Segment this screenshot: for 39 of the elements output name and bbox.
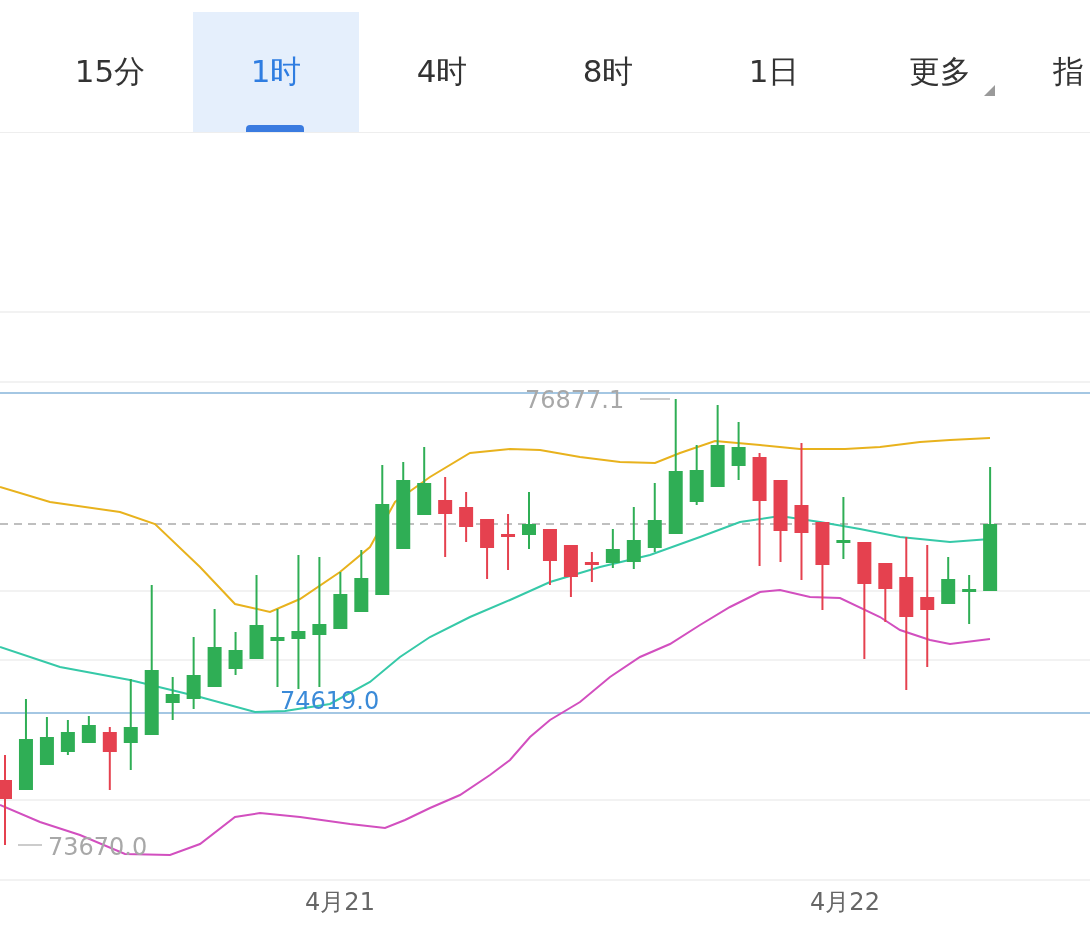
candlestick xyxy=(584,551,599,583)
candlestick xyxy=(962,574,977,625)
timeframe-tab[interactable]: 指 xyxy=(1023,12,1084,132)
candlestick xyxy=(605,528,620,569)
leader-line xyxy=(17,844,43,846)
candlestick xyxy=(354,549,369,613)
candlestick xyxy=(228,631,243,676)
candlestick xyxy=(542,528,557,586)
candlestick xyxy=(102,726,117,791)
candlestick xyxy=(480,518,495,580)
timeframe-tab[interactable]: 1时 xyxy=(193,12,359,132)
timeframe-tab[interactable]: 更多 xyxy=(857,12,1023,132)
timeframe-tab[interactable]: 15分 xyxy=(27,12,193,132)
leader-line xyxy=(639,398,671,400)
timeframe-tab[interactable]: 1日 xyxy=(691,12,857,132)
dropdown-icon xyxy=(984,85,995,96)
timeframe-tab[interactable]: 4时 xyxy=(359,12,525,132)
candlestick xyxy=(501,513,516,571)
candlestick xyxy=(39,716,54,766)
candlestick xyxy=(60,719,75,756)
candlestick xyxy=(626,506,641,570)
active-indicator xyxy=(246,125,304,132)
candlestick xyxy=(563,544,578,598)
candlestick xyxy=(417,446,432,516)
candlestick xyxy=(522,491,536,550)
candlestick xyxy=(878,562,893,623)
candlestick xyxy=(941,556,956,605)
high-price-label: 76877.1 xyxy=(525,386,625,414)
candlestick xyxy=(689,444,704,506)
candlestick xyxy=(165,676,180,721)
candlestick xyxy=(333,571,348,630)
date-label: 4月22 xyxy=(810,888,880,916)
timeframe-tab[interactable]: 8时 xyxy=(525,12,691,132)
candlestick xyxy=(836,496,851,560)
candlestick xyxy=(647,482,662,553)
date-label: 4月21 xyxy=(305,888,375,916)
candlestick xyxy=(81,715,96,744)
candlestick xyxy=(731,421,746,481)
candlestick xyxy=(459,491,474,543)
